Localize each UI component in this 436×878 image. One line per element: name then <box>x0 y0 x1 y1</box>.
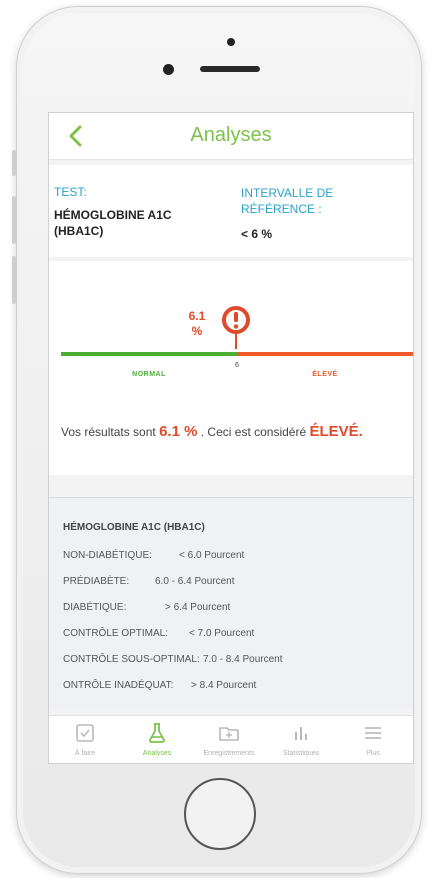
test-label: TEST: <box>54 185 87 199</box>
result-summary: Vos résultats sont 6.1 % . Ceci est cons… <box>61 423 411 440</box>
zone-high-label: ÉLEVÉ <box>312 371 338 378</box>
test-name: HÉMOGLOBINE A1C (HBA1C) <box>54 208 172 238</box>
info-row-label: CONTRÔLE SOUS-OPTIMAL: <box>63 654 200 665</box>
reference-range-value: < 6 % <box>241 227 273 241</box>
info-row-label: CONTRÔLE OPTIMAL: <box>63 628 169 639</box>
info-row-value: < 6.0 Pourcent <box>179 550 245 561</box>
reference-info-card: HÉMOGLOBINE A1C (HBA1C) NON-DIABÉTIQUE: … <box>49 497 413 708</box>
info-row: CONTRÔLE OPTIMAL: < 7.0 Pourcent <box>63 628 254 639</box>
info-row: ONTRÔLE INADÉQUAT: > 8.4 Pourcent <box>63 680 256 691</box>
info-row-value: 7.0 - 8.4 Pourcent <box>203 654 283 665</box>
exclamation-pin-icon <box>221 305 251 351</box>
info-title: HÉMOGLOBINE A1C (HBA1C) <box>63 522 205 533</box>
volume-down-button <box>12 256 16 304</box>
info-row: PRÉDIABÈTE: 6.0 - 6.4 Pourcent <box>63 576 235 587</box>
folder-icon <box>219 727 239 741</box>
info-row-label: PRÉDIABÈTE: <box>63 576 130 587</box>
result-number: 6.1 <box>188 309 206 323</box>
proximity-sensor <box>227 38 235 46</box>
summary-middle: . Ceci est considéré <box>200 425 307 439</box>
test-card: TEST: HÉMOGLOBINE A1C (HBA1C) INTERVALLE… <box>49 165 413 257</box>
summary-prefix: Vos résultats sont <box>61 425 156 439</box>
info-row-value: 6.0 - 6.4 Pourcent <box>155 576 235 587</box>
info-row-value: < 7.0 Pourcent <box>189 628 255 639</box>
tab-label: À faire <box>74 750 96 757</box>
info-row: CONTRÔLE SOUS-OPTIMAL: 7.0 - 8.4 Pourcen… <box>63 654 283 665</box>
result-gauge-card: 6.1 % 6 NORMAL ÉLEVÉ Vos résultats sont … <box>49 261 413 475</box>
tab-bar: À faire Analyses Enregistrements Statist… <box>49 715 413 763</box>
app-screen: Analyses TEST: HÉMOGLOBINE A1C (HBA1C) I… <box>48 112 414 764</box>
page-title: Analyses <box>190 124 272 146</box>
tab-plus[interactable]: Plus <box>337 716 409 763</box>
flask-icon <box>149 723 165 743</box>
info-row-label: DIABÉTIQUE: <box>63 602 127 613</box>
zone-normal-label: NORMAL <box>132 371 166 378</box>
home-button[interactable] <box>184 778 256 850</box>
threshold-label: 6 <box>235 362 239 369</box>
result-value: 6.1 % <box>181 309 213 339</box>
volume-up-button <box>12 196 16 244</box>
tab-label: Plus <box>366 750 380 757</box>
tab-analyses[interactable]: Analyses <box>121 716 193 763</box>
summary-status: ÉLEVÉ. <box>309 423 363 440</box>
menu-icon <box>365 727 381 739</box>
tab-a-faire[interactable]: À faire <box>49 716 121 763</box>
info-row-label: NON-DIABÉTIQUE: <box>63 550 152 561</box>
info-row: DIABÉTIQUE: > 6.4 Pourcent <box>63 602 230 613</box>
info-row-label: ONTRÔLE INADÉQUAT: <box>63 680 174 691</box>
result-unit: % <box>191 324 203 338</box>
mute-switch <box>12 150 16 176</box>
tab-label: Analyses <box>142 750 172 757</box>
normal-range-bar <box>61 352 237 356</box>
tab-label: Enregistrements <box>203 750 255 757</box>
summary-value: 6.1 % <box>159 423 198 440</box>
earpiece-speaker <box>200 66 260 72</box>
front-camera <box>163 64 174 75</box>
checkbox-icon <box>76 724 94 742</box>
nav-bar: Analyses <box>49 113 413 160</box>
high-range-bar <box>237 352 413 356</box>
info-row-value: > 6.4 Pourcent <box>165 602 231 613</box>
tab-enregistrements[interactable]: Enregistrements <box>193 716 265 763</box>
info-row-value: > 8.4 Pourcent <box>191 680 257 691</box>
info-row: NON-DIABÉTIQUE: < 6.0 Pourcent <box>63 550 244 561</box>
reference-range-label: INTERVALLE DE RÉFÉRENCE : <box>241 186 334 216</box>
tab-label: Statistiques <box>282 750 320 757</box>
bar-chart-icon <box>295 727 307 740</box>
tab-statistiques[interactable]: Statistiques <box>265 716 337 763</box>
